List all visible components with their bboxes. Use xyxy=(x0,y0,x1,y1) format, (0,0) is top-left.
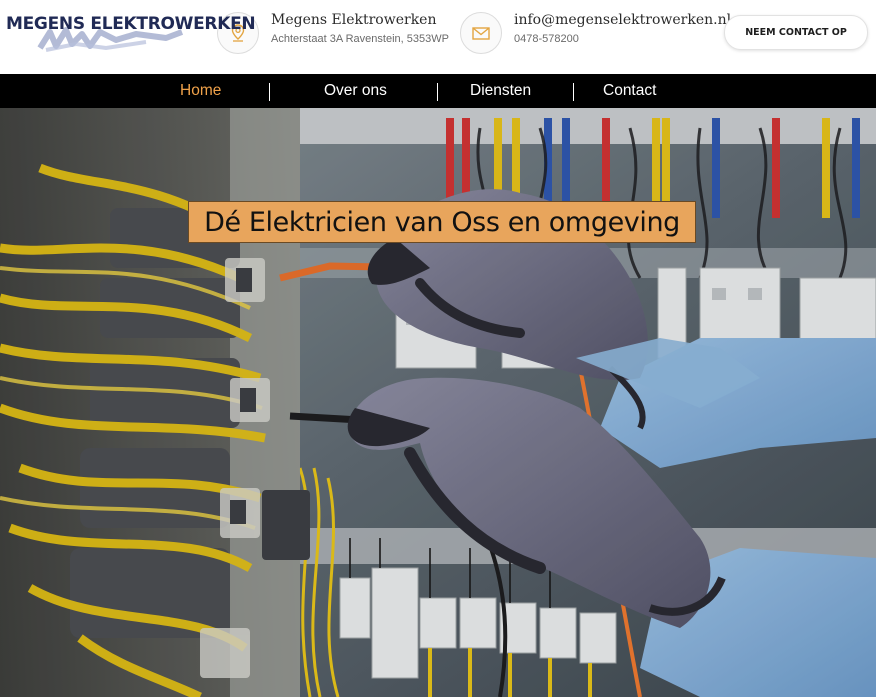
company-name: Megens Elektrowerken xyxy=(271,12,437,28)
nav-over-ons[interactable]: Over ons xyxy=(324,74,387,108)
site-header: MEGENS ELEKTROWERKEN Megens Elektrowerke… xyxy=(0,0,876,74)
electrician-at-panel-photo xyxy=(0,108,876,697)
hero-banner xyxy=(0,108,876,697)
contact-email[interactable]: info@megenselektrowerken.nl xyxy=(514,12,731,28)
company-address: Achterstaat 3A Ravenstein, 5353WP xyxy=(271,33,449,45)
hero-headline: Dé Elektricien van Oss en omgeving xyxy=(188,201,696,243)
nav-divider xyxy=(269,83,270,101)
nav-divider xyxy=(573,83,574,101)
brand-logo[interactable]: MEGENS ELEKTROWERKEN xyxy=(6,10,256,52)
nav-contact[interactable]: Contact xyxy=(603,74,656,108)
nav-diensten[interactable]: Diensten xyxy=(470,74,531,108)
main-nav: Home Over ons Diensten Contact xyxy=(0,74,876,108)
nav-home[interactable]: Home xyxy=(180,74,221,108)
nav-divider xyxy=(437,83,438,101)
logo-wordmark: MEGENS ELEKTROWERKEN xyxy=(6,14,256,34)
envelope-icon xyxy=(460,12,502,54)
contact-cta-button[interactable]: NEEM CONTACT OP xyxy=(724,15,868,50)
contact-phone[interactable]: 0478-578200 xyxy=(514,33,579,45)
